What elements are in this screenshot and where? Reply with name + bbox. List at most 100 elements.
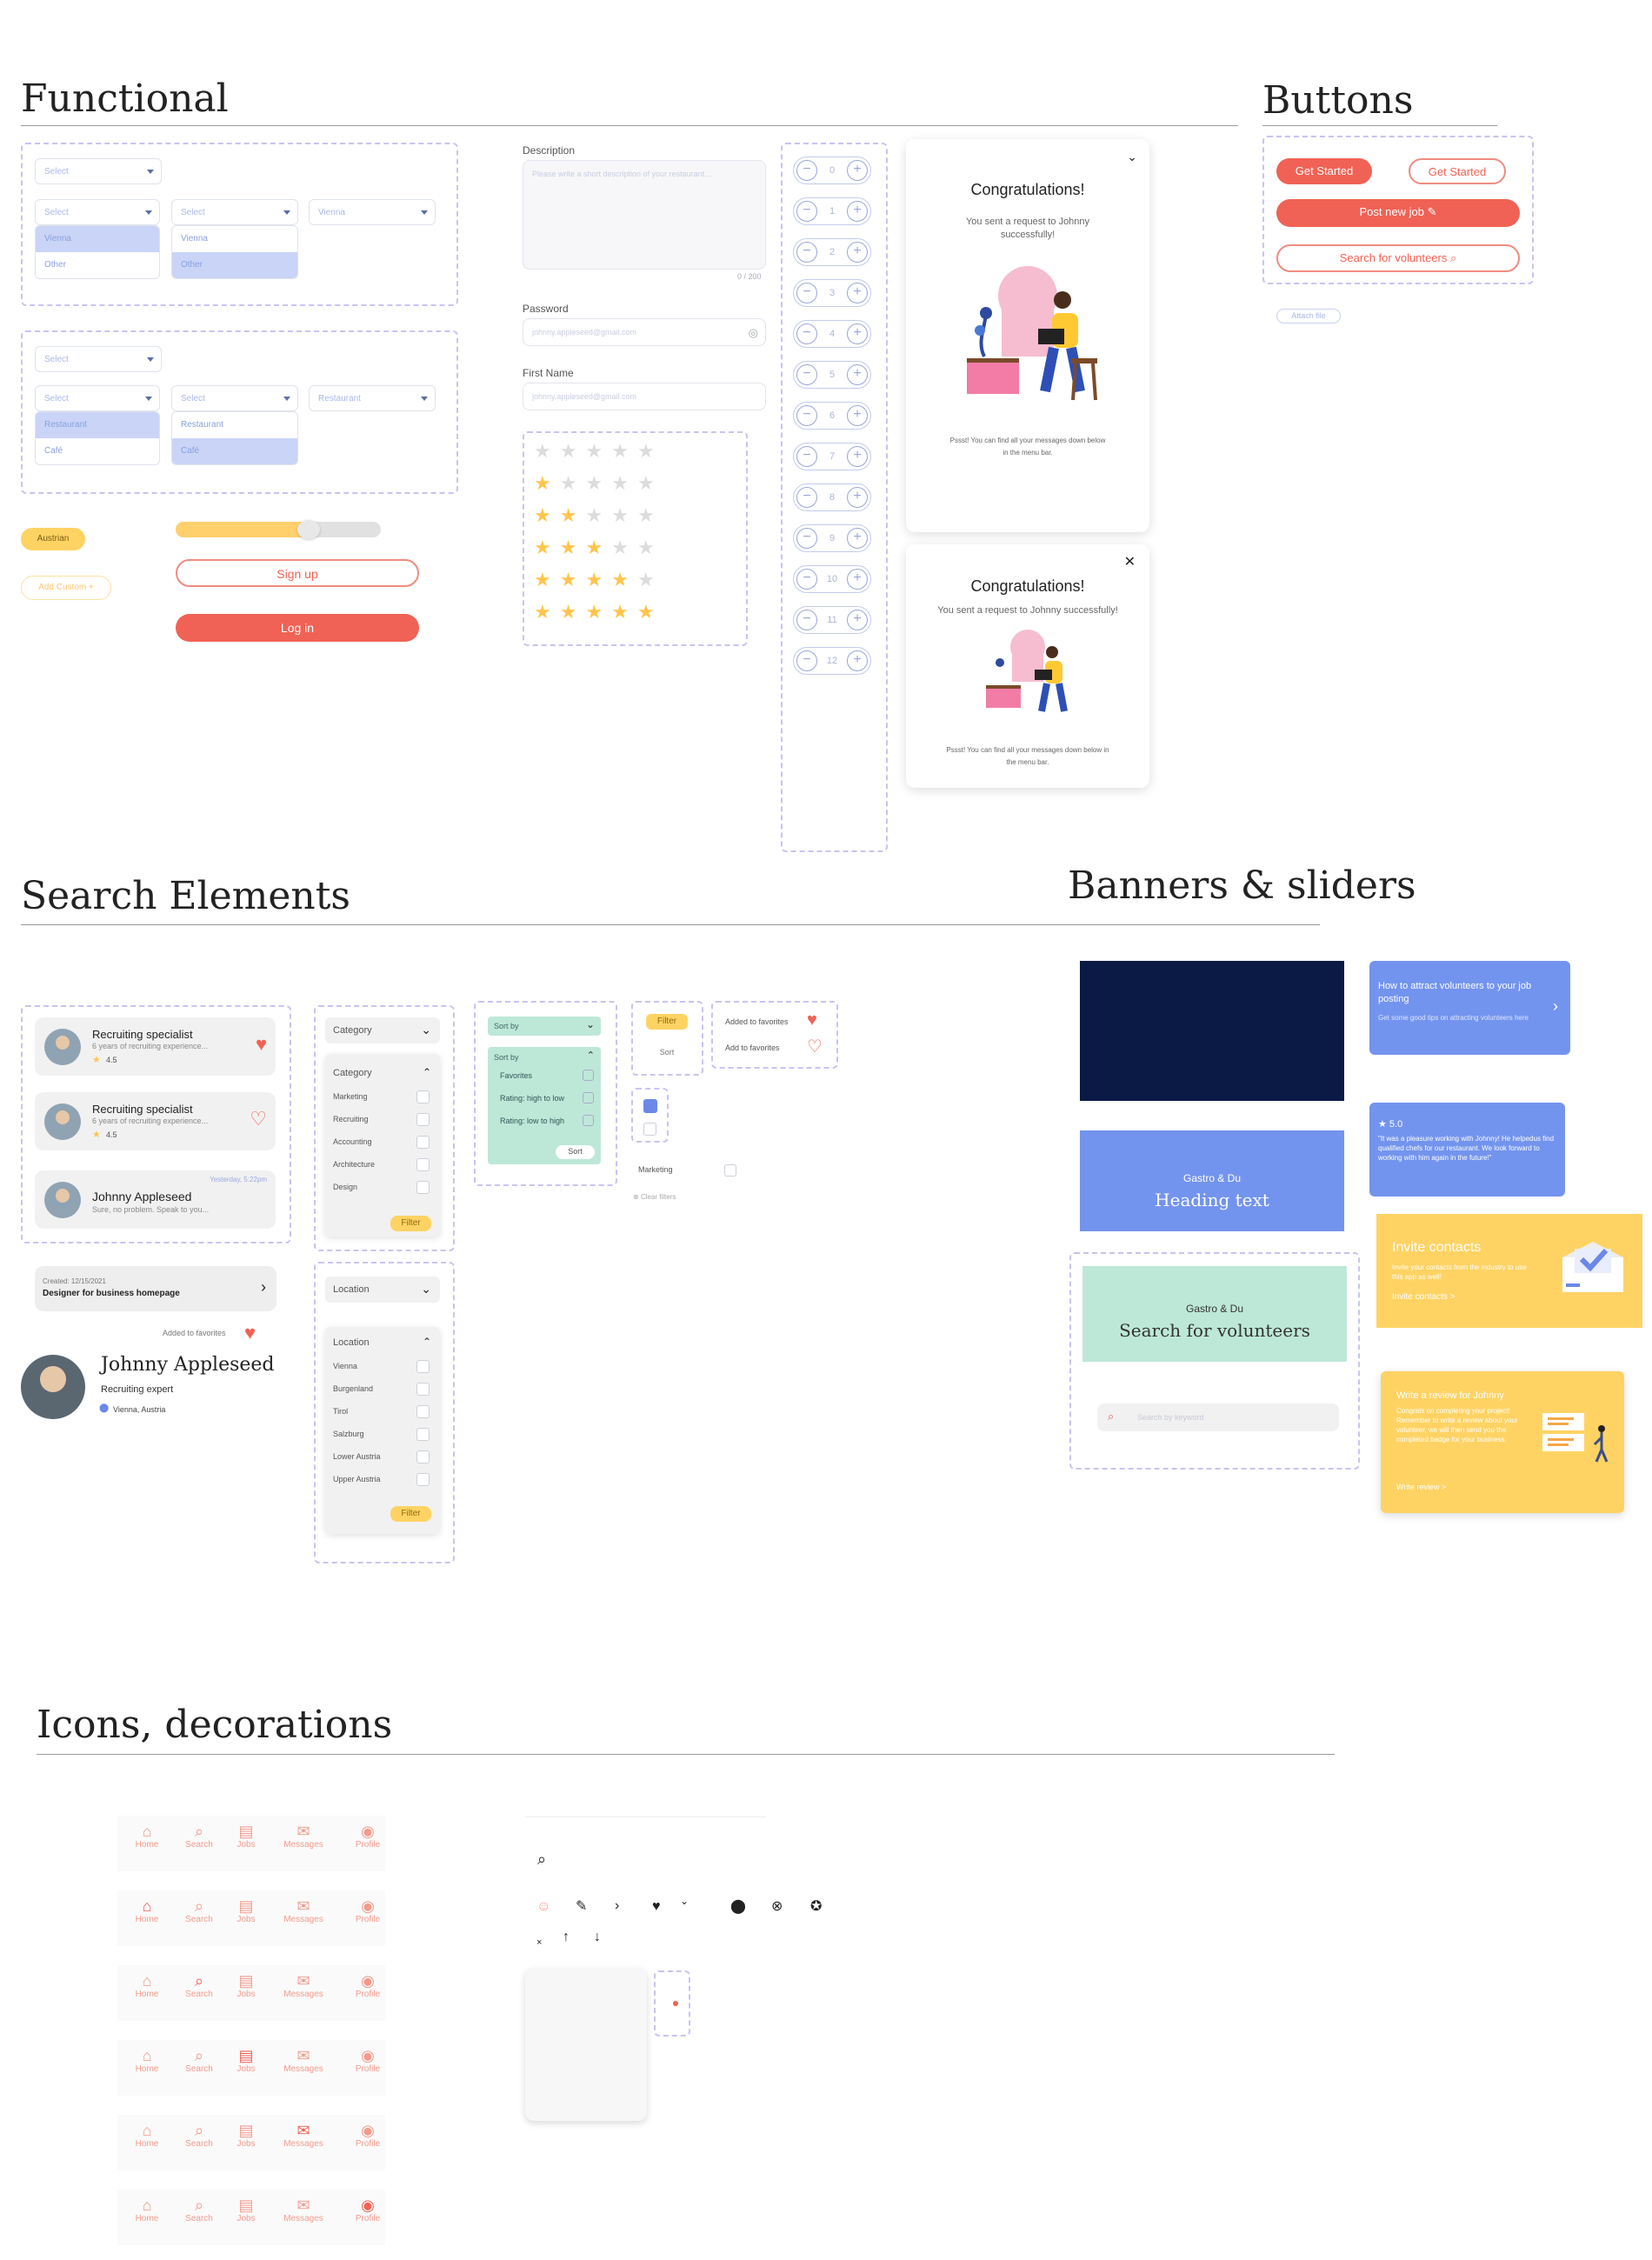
result-card[interactable]: Recruiting specialist 6 years of recruiti… bbox=[35, 1092, 276, 1150]
tips-banner[interactable]: How to attract volunteers to your job po… bbox=[1369, 961, 1570, 1055]
heart-filled-icon[interactable]: ♥ bbox=[256, 1035, 267, 1054]
search-volunteers-button[interactable]: Search for volunteers ⌕ bbox=[1276, 244, 1520, 272]
star-icon[interactable]: ★ bbox=[560, 504, 586, 526]
nav-item-profile[interactable]: ◉ Profile bbox=[342, 2197, 394, 2223]
location-select[interactable]: Location ⌄ bbox=[325, 1277, 440, 1303]
clear-filters-link[interactable]: ⊗ Clear filters bbox=[633, 1193, 676, 1201]
star-icon[interactable]: ★ bbox=[637, 472, 663, 494]
star-icon[interactable]: ★ bbox=[637, 569, 663, 590]
select-dropdown-selected[interactable]: Vienna bbox=[309, 199, 436, 225]
quantity-stepper[interactable]: −7 + bbox=[793, 443, 871, 470]
star-icon[interactable]: ★ bbox=[534, 504, 560, 526]
nav-item-search[interactable]: ⌕ Search bbox=[173, 2122, 225, 2149]
nav-item-jobs[interactable]: ▤ Jobs bbox=[220, 2047, 272, 2074]
star-icon[interactable]: ★ bbox=[560, 472, 586, 494]
nav-item-home[interactable]: ⌂ Home bbox=[121, 2047, 173, 2074]
heart-filled-icon[interactable]: ♥ bbox=[807, 1010, 817, 1030]
star-icon[interactable]: ★ bbox=[534, 440, 560, 462]
attach-file-button[interactable]: Attach file bbox=[1276, 309, 1341, 323]
quantity-stepper[interactable]: −8 + bbox=[793, 483, 871, 511]
select-option-cafe[interactable]: Café bbox=[36, 438, 159, 464]
star-icon[interactable]: ★ bbox=[611, 472, 637, 494]
job-row[interactable]: Created: 12/15/2021 Designer for busines… bbox=[35, 1266, 276, 1311]
star-icon[interactable]: ★ bbox=[534, 601, 560, 623]
heart-outline-icon[interactable]: ♡ bbox=[250, 1110, 267, 1129]
select-dropdown-open[interactable]: Select bbox=[35, 199, 160, 225]
star-rating-row[interactable]: ★★★★★ bbox=[534, 538, 663, 557]
star-icon[interactable]: ★ bbox=[585, 504, 611, 526]
sort-chip[interactable]: Sort bbox=[646, 1044, 688, 1060]
star-rating-row[interactable]: ★★★★★ bbox=[534, 603, 663, 622]
nav-item-home[interactable]: ⌂ Home bbox=[121, 2197, 173, 2223]
sort-select[interactable]: Sort by ⌄ bbox=[488, 1017, 601, 1036]
star-icon[interactable]: ★ bbox=[585, 569, 611, 590]
plus-icon[interactable]: + bbox=[847, 528, 868, 549]
nav-item-jobs[interactable]: ▤ Jobs bbox=[220, 1897, 272, 1924]
tag-chip[interactable]: Austrian bbox=[21, 528, 85, 550]
message-row[interactable]: Johnny Appleseed Yesterday, 5:22pm Sure,… bbox=[35, 1170, 276, 1229]
plus-icon[interactable]: + bbox=[847, 405, 868, 426]
nav-item-search[interactable]: ⌕ Search bbox=[173, 2197, 225, 2223]
select-dropdown[interactable]: Select bbox=[35, 346, 162, 372]
quantity-stepper[interactable]: −6 + bbox=[793, 402, 871, 430]
select-option-restaurant[interactable]: Restaurant bbox=[36, 412, 159, 438]
star-icon[interactable]: ★ bbox=[585, 537, 611, 558]
select-option-other[interactable]: Other bbox=[172, 252, 297, 278]
star-icon[interactable]: ★ bbox=[611, 504, 637, 526]
nav-item-home[interactable]: ⌂ Home bbox=[121, 1972, 173, 1999]
nav-item-home[interactable]: ⌂ Home bbox=[121, 1823, 173, 1850]
quantity-stepper[interactable]: −5 + bbox=[793, 361, 871, 389]
star-icon[interactable]: ★ bbox=[637, 504, 663, 526]
nav-item-profile[interactable]: ◉ Profile bbox=[342, 1972, 394, 1999]
nav-item-jobs[interactable]: ▤ Jobs bbox=[220, 2122, 272, 2149]
nav-item-messages[interactable]: ✉ Messages bbox=[277, 1823, 330, 1850]
nav-item-profile[interactable]: ◉ Profile bbox=[342, 1897, 394, 1924]
star-icon[interactable]: ★ bbox=[560, 569, 586, 590]
plus-icon[interactable]: + bbox=[847, 364, 868, 385]
eye-icon[interactable]: ◎ bbox=[749, 326, 758, 340]
star-icon[interactable]: ★ bbox=[637, 440, 663, 462]
select-dropdown[interactable]: Select bbox=[35, 158, 162, 184]
nav-item-messages[interactable]: ✉ Messages bbox=[277, 2047, 330, 2074]
sort-option[interactable]: Rating: low to high bbox=[500, 1117, 564, 1125]
select-dropdown-open[interactable]: Select bbox=[171, 199, 298, 225]
heart-filled-icon[interactable]: ♥ bbox=[244, 1323, 256, 1343]
checkbox-unchecked[interactable] bbox=[583, 1092, 594, 1103]
select-dropdown-open[interactable]: Select bbox=[35, 385, 160, 411]
description-textarea[interactable]: Please write a short description of your… bbox=[523, 160, 766, 270]
quantity-stepper[interactable]: −1 + bbox=[793, 197, 871, 225]
star-icon[interactable]: ★ bbox=[534, 537, 560, 558]
login-button[interactable]: Log in bbox=[176, 614, 419, 642]
result-card[interactable]: Recruiting specialist 6 years of recruiti… bbox=[35, 1017, 276, 1076]
post-new-job-button[interactable]: Post new job ✎ bbox=[1276, 199, 1520, 227]
nav-item-messages[interactable]: ✉ Messages bbox=[277, 1897, 330, 1924]
sort-option[interactable]: Favorites bbox=[500, 1071, 532, 1080]
nav-item-messages[interactable]: ✉ Messages bbox=[277, 1972, 330, 1999]
invite-banner[interactable]: Invite contacts Invite your contacts fro… bbox=[1376, 1214, 1642, 1328]
nav-item-search[interactable]: ⌕ Search bbox=[173, 2047, 225, 2074]
nav-item-search[interactable]: ⌕ Search bbox=[173, 1897, 225, 1924]
checkbox-unchecked[interactable] bbox=[724, 1164, 736, 1177]
select-option-cafe[interactable]: Café bbox=[172, 438, 297, 464]
write-review-banner[interactable]: Write a review for Johnny Congrats on co… bbox=[1381, 1371, 1624, 1513]
nav-item-profile[interactable]: ◉ Profile bbox=[342, 2047, 394, 2074]
heart-outline-icon[interactable]: ♡ bbox=[807, 1037, 823, 1057]
plus-icon[interactable]: + bbox=[847, 201, 868, 222]
first-name-input[interactable]: johnny.appleseed@gmail.com bbox=[523, 383, 766, 410]
select-option-restaurant[interactable]: Restaurant bbox=[172, 412, 297, 438]
filter-button[interactable]: Filter bbox=[390, 1216, 431, 1231]
password-input[interactable]: johnny.appleseed@gmail.com ◎ bbox=[523, 318, 766, 346]
star-icon[interactable]: ★ bbox=[611, 569, 637, 590]
plus-icon[interactable]: + bbox=[847, 160, 868, 181]
nav-item-jobs[interactable]: ▤ Jobs bbox=[220, 1972, 272, 1999]
close-icon[interactable]: ✕ bbox=[1124, 553, 1136, 570]
star-icon[interactable]: ★ bbox=[611, 601, 637, 623]
keyword-search-input[interactable]: ⌕ Search by keyword bbox=[1097, 1403, 1339, 1431]
plus-icon[interactable]: + bbox=[847, 487, 868, 508]
select-option-other[interactable]: Other bbox=[36, 252, 159, 278]
plus-icon[interactable]: + bbox=[847, 283, 868, 303]
plus-icon[interactable]: + bbox=[847, 242, 868, 263]
invite-link[interactable]: Invite contacts > bbox=[1392, 1292, 1455, 1302]
plus-icon[interactable]: + bbox=[847, 323, 868, 344]
quantity-stepper[interactable]: −3 + bbox=[793, 279, 871, 307]
